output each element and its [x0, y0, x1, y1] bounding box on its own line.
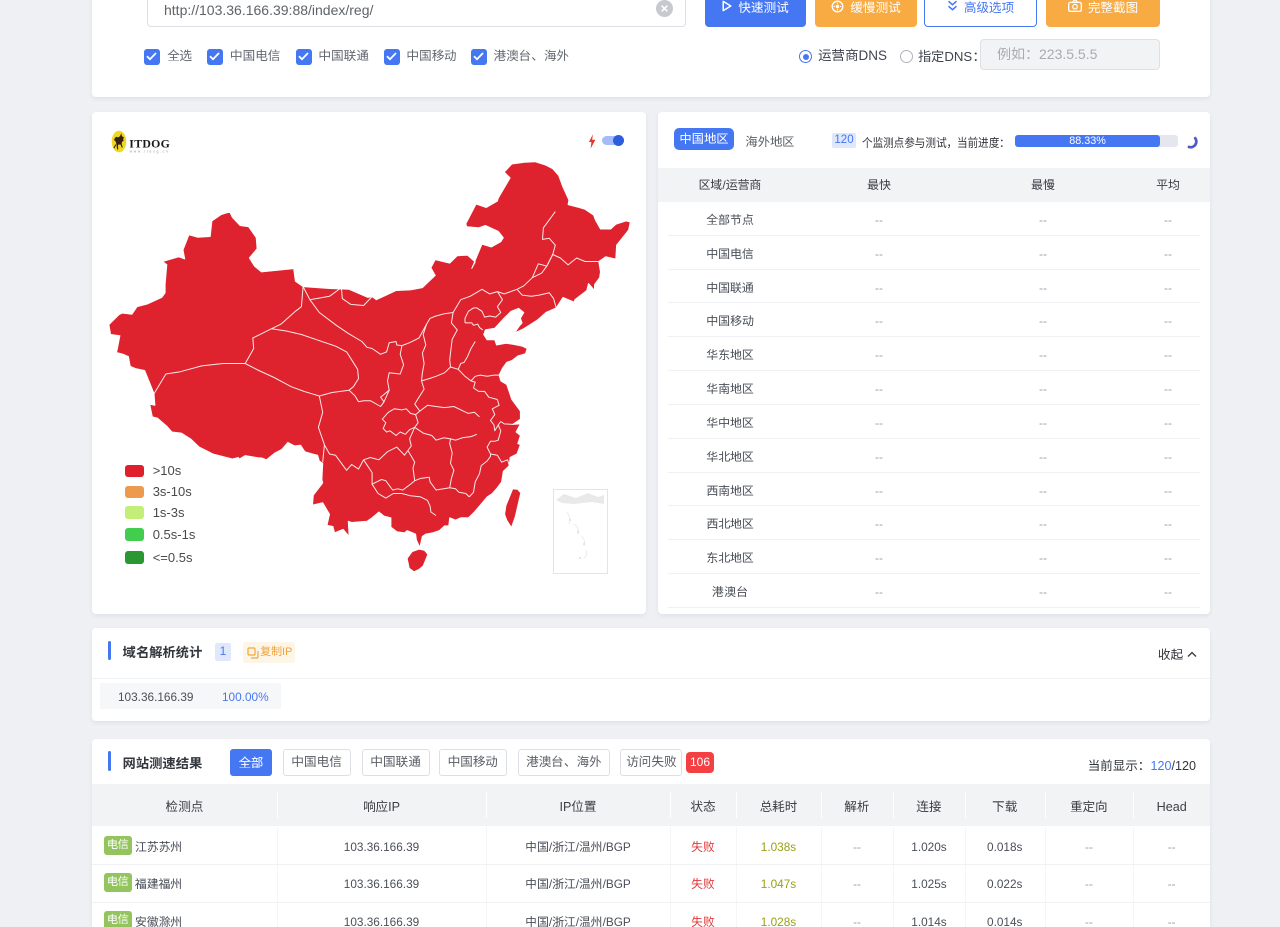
svg-text:w w w . i t d o g . c n: w w w . i t d o g . c n — [130, 149, 169, 153]
svg-text:ITDOG: ITDOG — [129, 136, 170, 150]
